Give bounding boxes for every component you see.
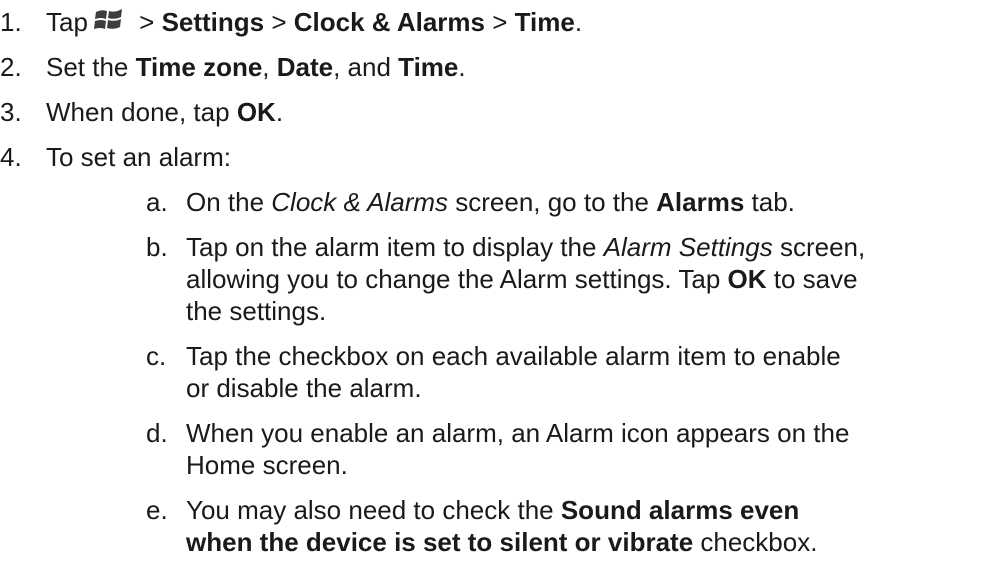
substep-text: You may also need to check the Sound ala…	[186, 495, 800, 525]
windows-start-icon	[93, 7, 124, 40]
step-number: 1.	[0, 7, 22, 37]
step-number: 3.	[0, 97, 22, 127]
substep-text: when the device is set to silent or vibr…	[186, 527, 818, 557]
substep-letter: d.	[146, 418, 168, 448]
substep-text: or disable the alarm.	[186, 373, 422, 403]
step-number: 4.	[0, 142, 22, 172]
substep-text: Tap the checkbox on each available alarm…	[186, 341, 841, 371]
substep-text: When you enable an alarm, an Alarm icon …	[186, 418, 850, 448]
substep-letter: e.	[146, 495, 168, 525]
substep-letter: c.	[146, 341, 167, 371]
substep-text: Home screen.	[186, 450, 348, 480]
step-text: To set an alarm:	[46, 142, 231, 172]
step-text: When done, tap OK.	[46, 97, 284, 127]
substep-text: Tap on the alarm item to display the Ala…	[186, 232, 866, 262]
substep-text: the settings.	[186, 296, 327, 326]
substep-text: On the Clock & Alarms screen, go to the …	[186, 187, 795, 217]
substep-text: allowing you to change the Alarm setting…	[186, 264, 858, 294]
step-text: Set the Time zone, Date, and Time.	[46, 52, 466, 82]
substep-letter: a.	[146, 187, 168, 217]
step-number: 2.	[0, 52, 22, 82]
step-text: Tap > Settings > Clock & Alarms > Time.	[46, 6, 582, 40]
substep-letter: b.	[146, 232, 168, 262]
instruction-document: 1. Tap > Settings > Clock & Alarms > Tim…	[0, 0, 989, 584]
